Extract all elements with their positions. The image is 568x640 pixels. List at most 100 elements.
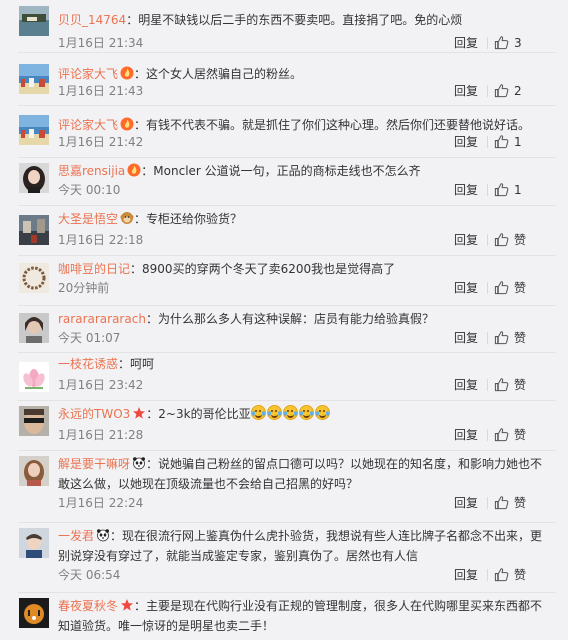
panda-badge-icon[interactable] [96,528,110,542]
username-link[interactable]: 永远的TWO3 [58,407,130,421]
action-divider [487,497,488,509]
laugh-cry-emoji-icon [250,405,266,420]
comment-body: Moncler 公道说一句，正品的商标走线也不怎么齐 [153,164,421,178]
lake-photo-avatar[interactable] [19,6,49,36]
reply-button[interactable]: 回复 [454,133,478,151]
comment-divider [18,592,556,593]
colon-separator: ： [130,262,143,276]
colon-separator: ： [110,529,123,543]
lotus-photo-avatar[interactable] [19,362,49,392]
colon-separator: ： [134,599,147,613]
flame-badge-icon[interactable] [120,117,134,131]
username-link[interactable]: 大圣是悟空 [58,212,118,226]
flame-badge-icon[interactable] [127,163,141,177]
boy-photo-avatar[interactable] [19,528,49,558]
comment-actions: 回复 1 [454,133,554,151]
comment-divider [18,522,556,523]
panda-badge-icon[interactable] [132,456,146,470]
colon-separator: ： [146,457,159,471]
reply-button[interactable]: 回复 [454,34,478,52]
star-badge-icon[interactable] [120,598,134,612]
comment-divider [18,105,556,106]
username-link[interactable]: 思嘉rensijia [58,164,125,178]
comment-body: 2~3k的哥伦比亚 [158,407,251,421]
reply-button[interactable]: 回复 [454,566,478,584]
username-link[interactable]: 一发君 [58,529,94,543]
action-divider [487,379,488,391]
reply-button[interactable]: 回复 [454,231,478,249]
comment-time: 今天 06:54 [58,568,121,582]
colon-separator: ： [134,118,147,132]
action-divider [487,569,488,581]
comment-actions: 回复 1 [454,181,554,199]
bracelet-photo-avatar[interactable] [19,263,49,293]
action-divider [487,37,488,49]
comment-time: 1月16日 21:42 [58,135,144,149]
comment-text-line: 思嘉rensijia ：Moncler 公道说一句，正品的商标走线也不怎么齐 [58,161,552,181]
sunglasses-photo-avatar[interactable] [19,406,49,436]
comment-time: 1月16日 22:18 [58,233,144,247]
username-link[interactable]: 咖啡豆的日记 [58,262,130,276]
username-link[interactable]: rarararararach [58,312,146,326]
reply-button[interactable]: 回复 [454,82,478,100]
thumbs-up-icon [494,232,509,247]
portrait-photo-avatar[interactable] [19,313,49,343]
reply-button[interactable]: 回复 [454,279,478,297]
username-link[interactable]: 春夜夏秋冬 [58,599,118,613]
street-photo-avatar[interactable] [19,215,49,245]
colon-separator: ： [118,357,131,371]
comment-actions: 回复 赞 [454,426,554,444]
tiger-photo-avatar[interactable] [19,598,49,628]
thumbs-up-icon [494,495,509,510]
comment-text-line: 解是要干嘛呀 ：说她骗自己粉丝的留点口德可以吗？以她现在的知名度，和影响力她也不敢… [58,454,552,494]
reply-button[interactable]: 回复 [454,329,478,347]
colon-separator: ： [134,67,147,81]
colon-separator: ： [146,407,159,421]
comment-time: 20分钟前 [58,281,110,295]
woman-photo-avatar[interactable] [19,456,49,486]
colon-separator: ： [126,13,139,27]
thumbs-up-icon [494,83,509,98]
reply-button[interactable]: 回复 [454,376,478,394]
comment-time: 1月16日 22:24 [58,496,144,510]
username-link[interactable]: 评论家大飞 [58,118,118,132]
comment-divider [18,205,556,206]
reply-button[interactable]: 回复 [454,181,478,199]
coast-photo-avatar[interactable] [19,64,49,94]
reply-button[interactable]: 回复 [454,426,478,444]
comment-text-line: 大圣是悟空 ：专柜还给你验货？ [58,209,552,229]
coast-photo-avatar[interactable] [19,115,49,145]
username-link[interactable]: 贝贝_14764 [58,13,126,27]
comment-divider [18,400,556,401]
action-divider [487,136,488,148]
comment-divider [18,255,556,256]
comment-actions: 回复 赞 [454,279,554,297]
comment-text-line: 咖啡豆的日记：8900买的穿两个冬天了卖6200我也是觉得高了 [58,259,552,279]
comment-text-line: 贝贝_14764：明星不缺钱以后二手的东西不要卖吧。直接捐了吧。免的心烦 [58,10,552,30]
comment-time: 1月16日 21:43 [58,84,144,98]
comment-body: 呵呵 [130,357,155,371]
reply-button[interactable]: 回复 [454,494,478,512]
comment-list: 贝贝_14764：明星不缺钱以后二手的东西不要卖吧。直接捐了吧。免的心烦 1月16… [0,0,568,640]
monkey-badge-icon[interactable] [120,211,134,225]
thumbs-up-icon [494,377,509,392]
like-count: 赞 [514,331,527,345]
comment-time: 1月16日 21:34 [58,36,144,50]
username-link[interactable]: 评论家大飞 [58,67,118,81]
comment-body: 8900买的穿两个冬天了卖6200我也是觉得高了 [142,262,396,276]
like-count: 赞 [514,378,527,392]
flame-badge-icon[interactable] [120,66,134,80]
thumbs-up-icon [494,134,509,149]
colon-separator: ： [141,164,154,178]
girl-photo-avatar[interactable] [19,163,49,193]
thumbs-up-icon [494,35,509,50]
comment-body: 为什么那么多人有这种误解：店员有能力给验真假？ [157,312,434,326]
comment-actions: 回复 赞 [454,376,554,394]
username-link[interactable]: 一枝花诱惑 [58,357,118,371]
comment-text-line: 评论家大飞 ：这个女人居然骗自己的粉丝。 [58,64,552,84]
like-count: 赞 [514,233,527,247]
comment-text-line: 春夜夏秋冬 ：主要是现在代购行业没有正规的管理制度，很多人在代购哪里买来东西都不知… [58,596,552,636]
star-badge-icon[interactable] [132,406,146,420]
username-link[interactable]: 解是要干嘛呀 [58,457,130,471]
comment-divider [18,352,556,353]
